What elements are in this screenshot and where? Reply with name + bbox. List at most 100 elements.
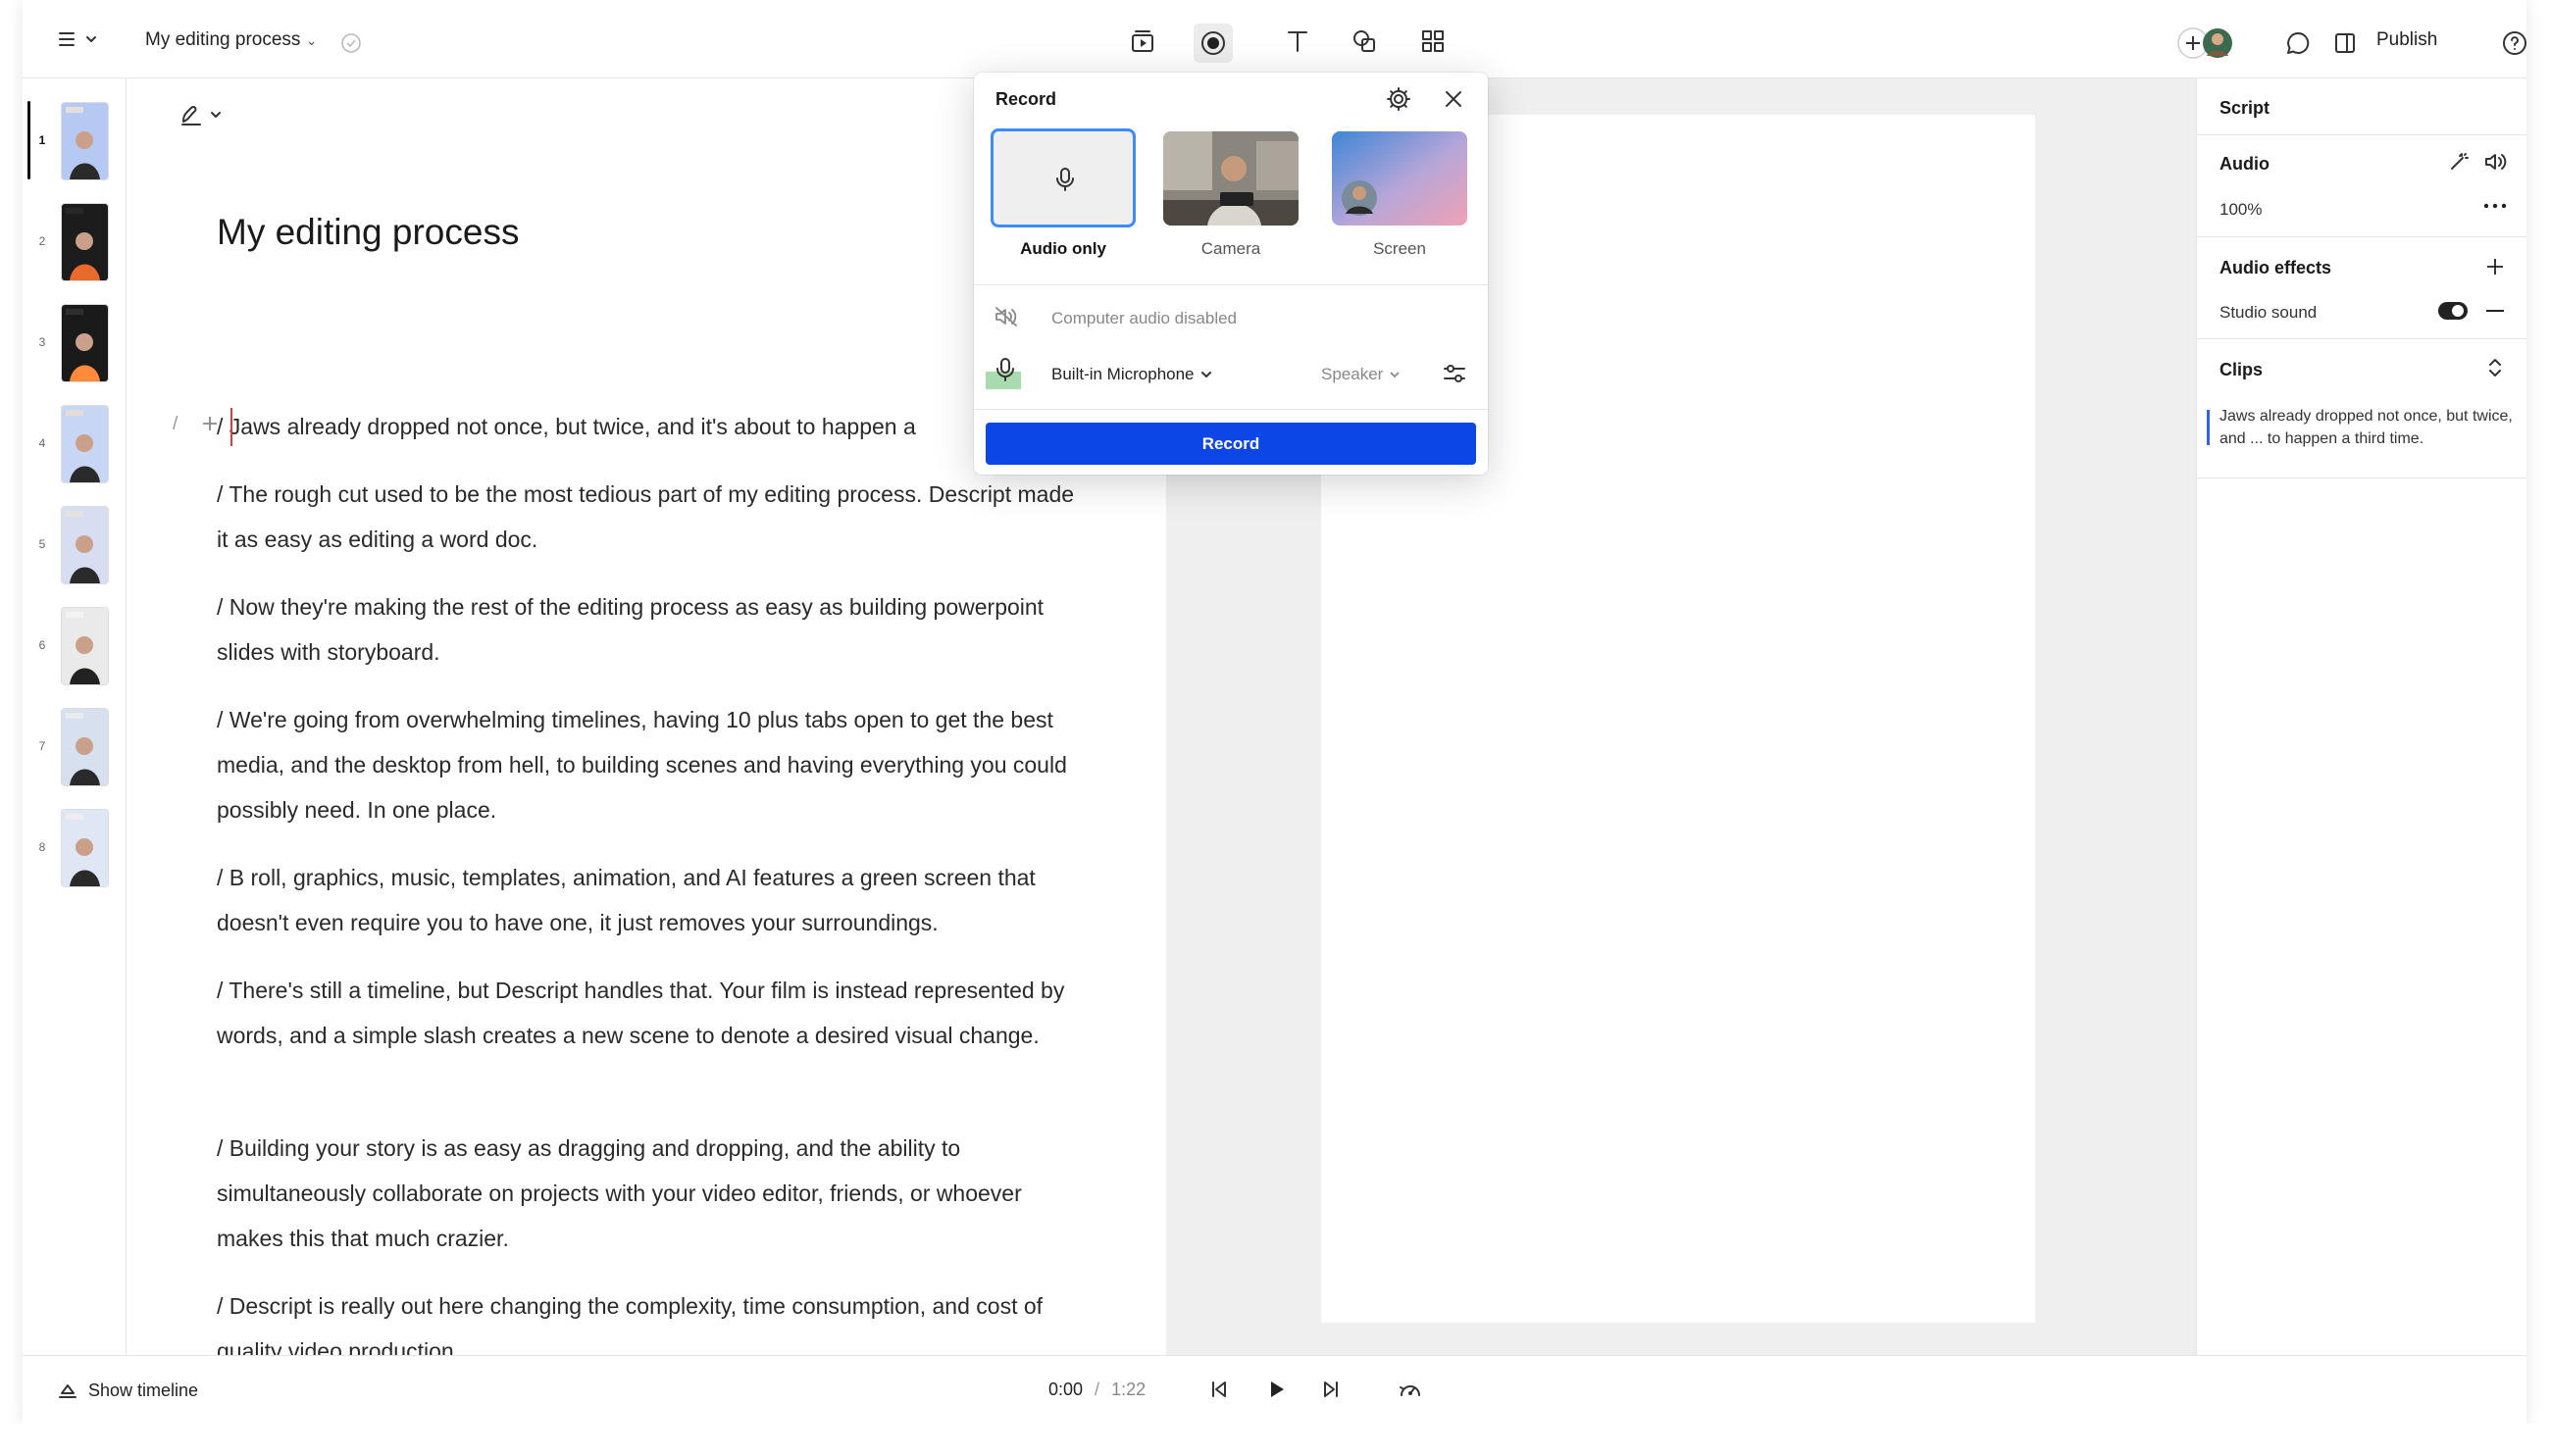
volume-value[interactable]: 100% (2219, 200, 2262, 220)
text-button[interactable] (1282, 25, 1313, 57)
record-settings-button[interactable] (1385, 85, 1412, 113)
script-label: Script (2219, 98, 2270, 118)
collaborators[interactable] (2176, 26, 2243, 60)
scene-icon (1132, 30, 1153, 52)
chevron-down-icon (1200, 372, 1211, 377)
script-paragraph[interactable]: / There's still a timeline, but Descript… (217, 968, 1080, 1058)
scene-number: 8 (38, 840, 46, 854)
script-paragraph[interactable]: / Jaws already dropped not once, but twi… (217, 404, 1080, 449)
add-collaborator-icon (2177, 27, 2232, 59)
scene-number: 5 (38, 537, 46, 551)
studio-sound-toggle[interactable] (2438, 302, 2468, 320)
screen-preview-image (1332, 131, 1467, 226)
text-icon (1288, 31, 1307, 52)
chevron-down-icon (1390, 372, 1400, 378)
layouts-button[interactable] (1417, 25, 1449, 57)
chevron-updown-icon (2489, 359, 2501, 377)
script-paragraph[interactable]: / The rough cut used to be the most tedi… (217, 472, 1080, 562)
remove-effect-button[interactable] (2486, 310, 2504, 312)
divider (974, 284, 1488, 285)
scene-thumbnail-4[interactable]: 4 (23, 404, 127, 488)
expand-clips-button[interactable] (2487, 357, 2503, 378)
speedometer-icon (1400, 1385, 1420, 1396)
window-margin (0, 1424, 2550, 1456)
microphone-toggle[interactable] (986, 354, 1025, 389)
script-section: Script (2197, 78, 2526, 135)
paragraph-text: / B roll, graphics, music, templates, an… (217, 865, 1036, 935)
record-start-button[interactable]: Record (986, 423, 1476, 465)
scene-preview (62, 406, 108, 482)
script-paragraph[interactable]: / Building your story is as easy as drag… (217, 1126, 1080, 1261)
scene-thumbnail-7[interactable]: 7 (23, 707, 127, 791)
screen-label: Screen (1373, 239, 1426, 258)
chevron-down-icon (211, 112, 221, 118)
microphone-icon (996, 358, 1014, 381)
close-popup-button[interactable] (1443, 88, 1464, 110)
play-button[interactable] (1264, 1378, 1288, 1401)
scene-thumbnail-3[interactable]: 3 (23, 303, 127, 387)
scene-preview (62, 204, 108, 280)
record-icon (1201, 31, 1225, 55)
clip-text[interactable]: Jaws already dropped not once, but twice… (2219, 405, 2514, 450)
script-paragraph[interactable]: / B roll, graphics, music, templates, an… (217, 855, 1080, 945)
computer-audio-label: Computer audio disabled (1051, 309, 1238, 327)
audio-only-label: Audio only (1020, 239, 1106, 258)
record-button[interactable] (1194, 24, 1233, 63)
scene-thumbnail-5[interactable]: 5 (23, 505, 127, 589)
script-paragraph[interactable]: / We're going from overwhelming timeline… (217, 697, 1080, 832)
audio-only-option[interactable] (991, 128, 1136, 227)
audio-label: Audio (2219, 154, 2270, 174)
app-window: My editing process ⌄ Publish 1 2 3 4 5 6… (23, 0, 2526, 1424)
add-effect-button[interactable] (2484, 256, 2506, 277)
camera-option[interactable] (1163, 131, 1299, 226)
text-cursor (230, 408, 232, 446)
camera-label: Camera (1200, 239, 1261, 258)
toggle-panel-button[interactable] (2331, 29, 2359, 57)
scene-number: 1 (38, 133, 46, 147)
scene-thumbnail-2[interactable]: 2 (23, 202, 127, 286)
scene-thumbnail-8[interactable]: 8 (23, 808, 127, 892)
scene-thumbnail-1[interactable]: 1 (23, 101, 127, 185)
audio-section: Audio 100% (2197, 135, 2526, 237)
microphone-dropdown[interactable]: Built-in Microphone (1051, 365, 1212, 384)
clip-indicator (2207, 410, 2210, 445)
menu-icon (59, 32, 96, 46)
paragraph-text: / Now they're making the rest of the edi… (217, 594, 1045, 665)
camera-preview-image (1163, 131, 1299, 226)
total-time: 1:22 (1111, 1380, 1147, 1399)
plus-icon (2487, 259, 2503, 275)
speaker-dropdown[interactable]: Speaker (1321, 365, 1401, 384)
audio-settings-button[interactable] (1442, 361, 1467, 386)
scene-thumbnail-6[interactable]: 6 (23, 606, 127, 690)
clips-section: Clips Jaws already dropped not once, but… (2197, 339, 2526, 478)
speaker-selector[interactable] (178, 102, 222, 127)
studio-sound-label: Studio sound (2219, 303, 2318, 322)
play-icon (1271, 1381, 1284, 1397)
screen-option[interactable] (1332, 131, 1467, 226)
project-title-dropdown[interactable]: My editing process ⌄ (145, 29, 317, 51)
help-button[interactable] (2500, 28, 2526, 58)
magic-wand-button[interactable] (2448, 151, 2470, 173)
document-title[interactable]: My editing process (217, 212, 519, 253)
scene-preview (62, 305, 108, 381)
comments-button[interactable] (2284, 29, 2312, 57)
skip-forward-button[interactable] (1319, 1378, 1343, 1401)
shapes-button[interactable] (1349, 25, 1380, 57)
menu-button[interactable] (56, 29, 105, 49)
volume-button[interactable] (2483, 151, 2507, 173)
microphone-icon (1056, 168, 1074, 191)
top-bar: My editing process ⌄ Publish (23, 0, 2526, 78)
playback-speed-button[interactable] (1398, 1378, 1423, 1401)
audio-effects-label: Audio effects (2219, 258, 2332, 277)
paragraph-text: / Building your story is as easy as drag… (217, 1135, 1022, 1251)
paragraph-text: / Descript is really out here changing t… (217, 1293, 1044, 1364)
time-separator: / (1095, 1380, 1100, 1399)
skip-back-button[interactable] (1207, 1378, 1231, 1401)
audio-more-button[interactable] (2483, 202, 2507, 210)
show-timeline-button[interactable]: Show timeline (57, 1380, 198, 1401)
speaker-icon (2485, 154, 2507, 170)
publish-button[interactable]: Publish (2376, 29, 2437, 51)
script-paragraph[interactable]: / Now they're making the rest of the edi… (217, 584, 1080, 675)
scene-button[interactable] (1127, 25, 1158, 57)
computer-audio-toggle[interactable] (994, 305, 1019, 328)
